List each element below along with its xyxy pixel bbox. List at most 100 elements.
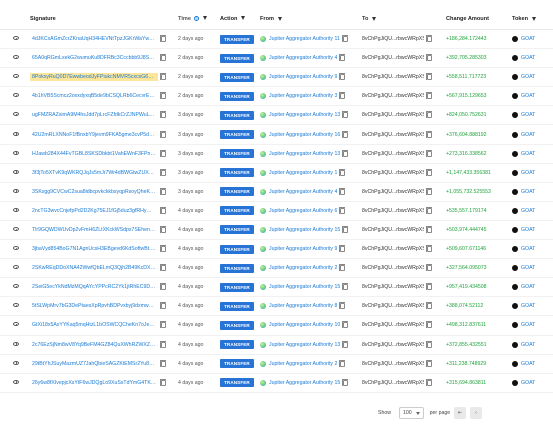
token-link[interactable]: GOAT <box>521 170 535 176</box>
eye-cell[interactable] <box>0 341 30 348</box>
from-link[interactable]: Jupiter Aggregator Authority 6 <box>269 208 337 214</box>
eye-cell[interactable] <box>0 36 30 42</box>
filter-icon[interactable] <box>277 16 282 21</box>
copy-icon[interactable] <box>426 340 432 348</box>
copy-icon[interactable] <box>342 225 349 233</box>
to-address[interactable]: 8vChPgJiQU...rbwcWRpXSw <box>362 151 424 157</box>
copy-icon[interactable] <box>426 111 432 119</box>
signature-link[interactable]: Tlr9GQWDWUvDp2vFmH6ZLtXKckWSdpx7SEhenj9.… <box>30 226 158 234</box>
eye-cell[interactable] <box>0 55 30 61</box>
eye-icon[interactable] <box>13 303 19 308</box>
copy-icon[interactable] <box>426 168 432 176</box>
eye-icon[interactable] <box>13 246 19 251</box>
copy-icon[interactable] <box>160 359 166 367</box>
copy-icon[interactable] <box>160 206 166 214</box>
eye-cell[interactable] <box>0 188 30 195</box>
from-link[interactable]: Jupiter Aggregator Authority 9 <box>269 246 337 252</box>
from-link[interactable]: Jupiter Aggregator Authority 16 <box>269 132 340 138</box>
token-link[interactable]: GOAT <box>521 284 535 290</box>
token-link[interactable]: GOAT <box>521 74 535 80</box>
header-to[interactable]: To <box>362 16 446 22</box>
from-link[interactable]: Jupiter Aggregator Authority 13 <box>269 342 340 348</box>
signature-link[interactable]: 8PokxyRuQ0D7EwwbeodJyFPiukcNMVR5cxcsG6Sz… <box>30 73 158 82</box>
copy-icon[interactable] <box>339 359 346 367</box>
header-time[interactable]: Time? <box>178 16 220 22</box>
token-link[interactable]: GOAT <box>521 265 535 271</box>
to-address[interactable]: 8vChPgJiQU...rbwcWRpXSw <box>362 74 424 80</box>
token-link[interactable]: GOAT <box>521 227 535 233</box>
eye-cell[interactable] <box>0 112 30 118</box>
eye-cell[interactable] <box>0 246 30 252</box>
copy-icon[interactable] <box>426 321 432 329</box>
header-action[interactable]: Action <box>220 16 260 22</box>
token-link[interactable]: GOAT <box>521 55 535 61</box>
copy-icon[interactable] <box>426 225 432 233</box>
eye-cell[interactable] <box>0 284 30 290</box>
filter-icon[interactable] <box>241 16 246 21</box>
to-address[interactable]: 8vChPgJiQU...rbwcWRpXSw <box>362 170 424 176</box>
to-address[interactable]: 8vChPgJiQU...rbwcWRpXSw <box>362 342 424 348</box>
copy-icon[interactable] <box>160 302 166 310</box>
from-link[interactable]: Jupiter Aggregator Authority 2 <box>269 361 337 367</box>
eye-icon[interactable] <box>13 322 19 327</box>
from-link[interactable]: Jupiter Aggregator Authority 10 <box>269 322 340 328</box>
token-link[interactable]: GOAT <box>521 361 535 367</box>
copy-icon[interactable] <box>160 73 166 81</box>
copy-icon[interactable] <box>160 321 166 329</box>
eye-icon[interactable] <box>13 150 19 155</box>
eye-icon[interactable] <box>13 226 19 231</box>
signature-link[interactable]: 29tBtYhJSuyMazmUZ7JahQbieSAGZKtEMSr2Yu87… <box>30 360 158 368</box>
eye-icon[interactable] <box>13 74 19 79</box>
copy-icon[interactable] <box>426 149 432 157</box>
eye-cell[interactable] <box>0 169 30 176</box>
signature-link[interactable]: 3SKxgg9CVCwC2sua8idbcpvkckkbsyqpRsoyQheK… <box>30 188 158 196</box>
signature-link[interactable]: 2SKwREqDDoXNA42WwfQbELmQ3Qjh2B49KcDXhf..… <box>30 264 158 272</box>
copy-icon[interactable] <box>339 264 346 272</box>
filter-icon[interactable] <box>202 16 207 21</box>
to-address[interactable]: 8vChPgJiQU...rbwcWRpXSw <box>362 227 424 233</box>
token-link[interactable]: GOAT <box>521 246 535 252</box>
signature-link[interactable]: 26y6w8fXIvepjcXsYtF6wJDQgLo9XuSsTdYmG4TK… <box>30 379 158 387</box>
signature-link[interactable]: 4b1hVB5Scmcz2oxxdyxqB5de9bCSQLRb6CecvrE0… <box>30 92 158 100</box>
to-address[interactable]: 8vChPgJiQU...rbwcWRpXSw <box>362 303 424 309</box>
token-link[interactable]: GOAT <box>521 208 535 214</box>
copy-icon[interactable] <box>160 92 166 100</box>
copy-icon[interactable] <box>426 187 432 195</box>
from-link[interactable]: Jupiter Aggregator Authority 13 <box>269 151 340 157</box>
from-link[interactable]: Jupiter Aggregator Authority 3 <box>269 93 337 99</box>
info-icon[interactable]: ? <box>193 15 199 21</box>
to-address[interactable]: 8vChPgJiQU...rbwcWRpXSw <box>362 246 424 252</box>
eye-icon[interactable] <box>13 131 19 136</box>
eye-cell[interactable] <box>0 131 30 138</box>
copy-icon[interactable] <box>339 245 346 253</box>
eye-icon[interactable] <box>13 188 19 193</box>
copy-icon[interactable] <box>426 92 432 100</box>
copy-icon[interactable] <box>426 206 432 214</box>
signature-link[interactable]: 3f3jTo5XTvK9qWKRQJqJs5mJr7Wr4dBWGtwZUXhp… <box>30 169 158 177</box>
eye-icon[interactable] <box>13 207 19 212</box>
copy-icon[interactable] <box>426 264 432 272</box>
signature-link[interactable]: 65A0qRGmLxekG2wumuKu8DFRBc3Cccbbb9J8SFW.… <box>30 54 158 62</box>
eye-cell[interactable] <box>0 303 30 309</box>
copy-icon[interactable] <box>426 359 432 367</box>
copy-icon[interactable] <box>341 35 348 43</box>
copy-icon[interactable] <box>426 283 432 291</box>
copy-icon[interactable] <box>160 340 166 348</box>
copy-icon[interactable] <box>160 283 166 291</box>
eye-icon[interactable] <box>13 36 19 41</box>
token-link[interactable]: GOAT <box>521 380 535 386</box>
to-address[interactable]: 8vChPgJiQU...rbwcWRpXSw <box>362 132 424 138</box>
from-link[interactable]: Jupiter Aggregator Authority 15 <box>269 284 340 290</box>
signature-link[interactable]: 2ncTG3wvcCnjefpPd2D2Kg75EJ1fGj5duz3gfRHy… <box>30 207 158 215</box>
copy-icon[interactable] <box>339 187 346 195</box>
to-address[interactable]: 8vChPgJiQU...rbwcWRpXSw <box>362 208 424 214</box>
from-link[interactable]: Jupiter Aggregator Authority 9 <box>269 74 337 80</box>
copy-icon[interactable] <box>160 54 166 62</box>
from-link[interactable]: Jupiter Aggregator Authority 4 <box>269 189 337 195</box>
eye-icon[interactable] <box>13 265 19 270</box>
header-token[interactable]: Token <box>512 16 550 22</box>
signature-link[interactable]: HJawb284X44FvTGBL8SKSDbkbt1VahEWnF3FPn1C… <box>30 150 158 158</box>
eye-icon[interactable] <box>13 360 19 365</box>
token-link[interactable]: GOAT <box>521 36 535 42</box>
copy-icon[interactable] <box>426 302 432 310</box>
